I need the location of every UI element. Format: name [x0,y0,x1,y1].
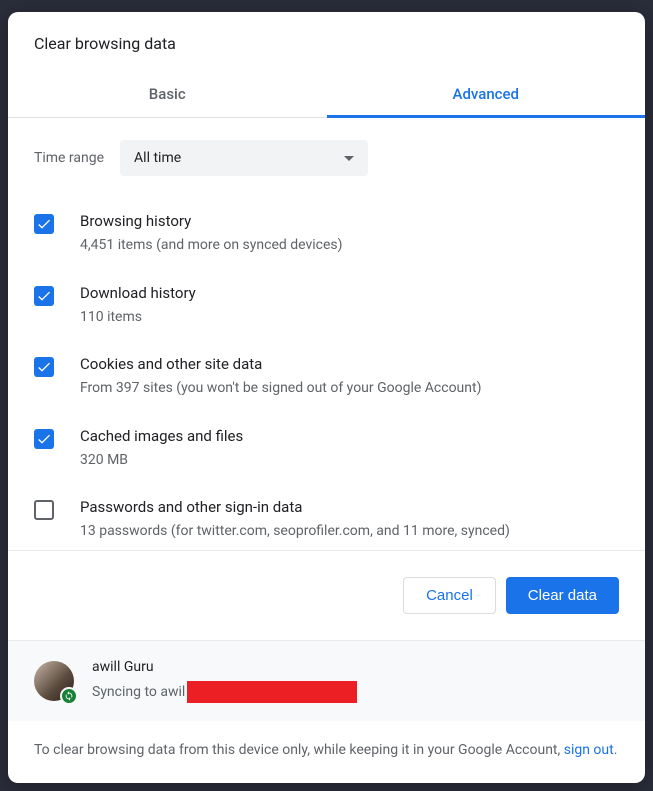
redacted-email [187,681,357,703]
checkbox-cached[interactable] [34,429,54,449]
check-icon [36,359,52,375]
profile-name: awill Guru [92,659,619,675]
footer-suffix: . [614,742,618,758]
option-text: Browsing history 4,451 items (and more o… [80,212,619,256]
dialog-title: Clear browsing data [8,12,645,73]
time-range-label: Time range [34,150,104,166]
cancel-button[interactable]: Cancel [403,577,496,614]
option-passwords: Passwords and other sign-in data 13 pass… [34,484,619,550]
sync-badge-icon [60,687,78,705]
option-title: Browsing history [80,212,619,230]
checkbox-passwords[interactable] [34,500,54,520]
option-text: Cached images and files 320 MB [80,427,619,471]
option-desc: 13 passwords (for twitter.com, seoprofil… [80,522,619,542]
tabs: Basic Advanced [8,73,645,118]
footer-text: To clear browsing data from this device … [34,742,564,758]
option-desc: From 397 sites (you won't be signed out … [80,379,619,399]
option-desc: 110 items [80,308,619,328]
check-icon [36,431,52,447]
option-desc: 320 MB [80,451,619,471]
time-range-value: All time [134,150,181,166]
option-title: Passwords and other sign-in data [80,498,619,516]
option-desc: 4,451 items (and more on synced devices) [80,236,619,256]
footer-note: To clear browsing data from this device … [8,721,645,783]
tab-advanced[interactable]: Advanced [327,73,646,117]
option-cached: Cached images and files 320 MB [34,413,619,485]
clear-browsing-data-dialog: Clear browsing data Basic Advanced Time … [8,12,645,783]
option-title: Download history [80,284,619,302]
profile-sync-line: Syncing to awil [92,681,619,703]
avatar-wrap [34,661,74,701]
time-range-row: Time range All time [34,118,619,198]
option-title: Cookies and other site data [80,355,619,373]
option-text: Passwords and other sign-in data 13 pass… [80,498,619,542]
check-icon [36,288,52,304]
option-text: Cookies and other site data From 397 sit… [80,355,619,399]
chevron-down-icon [344,156,354,161]
options-scroll-area[interactable]: Time range All time Browsing history 4,4… [8,118,645,551]
check-icon [36,216,52,232]
checkbox-download-history[interactable] [34,286,54,306]
option-browsing-history: Browsing history 4,451 items (and more o… [34,198,619,270]
checkbox-browsing-history[interactable] [34,214,54,234]
sign-out-link[interactable]: sign out [564,742,614,758]
profile-sync-prefix: Syncing to awil [92,684,185,700]
checkbox-cookies[interactable] [34,357,54,377]
profile-text: awill Guru Syncing to awil [92,659,619,703]
option-text: Download history 110 items [80,284,619,328]
option-cookies: Cookies and other site data From 397 sit… [34,341,619,413]
tab-basic[interactable]: Basic [8,73,327,117]
dialog-actions: Cancel Clear data [8,551,645,640]
profile-section: awill Guru Syncing to awil [8,640,645,721]
clear-data-button[interactable]: Clear data [506,577,619,614]
option-title: Cached images and files [80,427,619,445]
option-download-history: Download history 110 items [34,270,619,342]
time-range-select[interactable]: All time [120,140,368,176]
